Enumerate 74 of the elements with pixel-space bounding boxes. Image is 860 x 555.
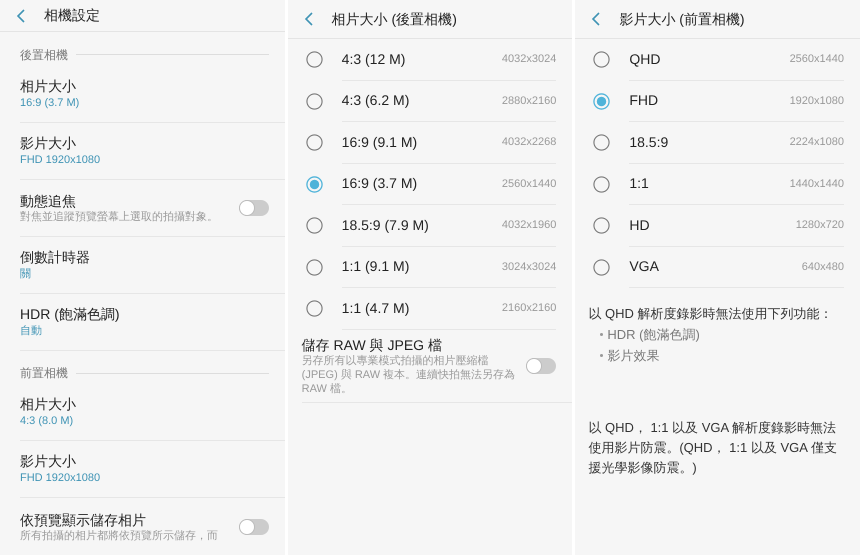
toggle-switch[interactable] [526,358,556,374]
option-label[interactable]: 1:1 [629,173,790,194]
setting-title: 倒數計時器 [20,248,91,266]
screen-title: 影片大小 (前置相機) [619,10,745,29]
resolution-text: 2560x1440 [502,176,556,192]
screen-title: 相機設定 [44,6,100,26]
option-label[interactable]: QHD [629,48,790,70]
setting-value: 4:3 (8.0 M) [20,414,74,429]
option-label[interactable]: HD [629,214,796,236]
option-label[interactable]: 18.5:9 [629,132,790,153]
setting-title: 依預覽顯示儲存相片 [20,510,147,528]
radio-button[interactable] [593,51,610,68]
setting-value: 16:9 (3.7 M) [20,96,80,111]
resolution-text: 2560x1440 [790,52,844,67]
setting-value: FHD 1920x1080 [20,471,102,486]
resolution-text: 4032x1960 [502,218,556,233]
option-label[interactable]: VGA [629,256,802,278]
resolution-text: 2224x1080 [790,135,844,150]
setting-value: 關 [20,266,32,282]
option-label[interactable]: 18.5:9 (7.9 M) [342,214,502,236]
radio-button[interactable] [306,51,323,68]
setting-value: FHD 1920x1080 [20,152,102,168]
screen-title: 相片大小 (後置相機) [332,10,457,29]
setting-title: 相片大小 [20,395,77,413]
radio-button[interactable] [593,258,610,276]
bullet-icon [600,333,604,336]
setting-description: 所有拍攝的相片都將依預覽所示儲存，而 [20,528,219,542]
setting-description: 另存所有以專業模式拍攝的相片壓縮檔 (JPEG) 與 RAW 複本。連續快拍無法另存為 RAW 檔。 [302,354,516,396]
setting-title: 儲存 RAW 與 JPEG 檔 [302,336,443,354]
toggle-switch[interactable] [238,518,269,534]
resolution-text: 4032x3024 [502,52,556,67]
setting-description: 對焦並追蹤預覽螢幕上選取的拍攝對象。 [20,210,219,224]
radio-button[interactable] [593,217,610,234]
radio-button[interactable] [593,92,610,110]
setting-title: 動態追焦 [20,192,77,210]
resolution-text: 1280x720 [796,218,844,233]
radio-button[interactable] [306,217,323,234]
back-icon[interactable] [591,12,602,26]
back-icon[interactable] [304,12,314,26]
section-label: 後置相機 [20,46,68,64]
option-label[interactable]: FHD [629,90,790,112]
resolution-text: 4032x2268 [502,135,556,150]
option-label[interactable]: 4:3 (12 M) [342,48,502,70]
radio-button[interactable] [306,134,323,152]
setting-title: 影片大小 [20,452,77,470]
resolution-text: 1440x1440 [790,176,844,192]
section-label: 前置相機 [20,365,68,382]
option-label[interactable]: 1:1 (4.7 M) [342,298,502,319]
radio-button[interactable] [306,300,323,318]
bullet-icon [600,354,604,357]
option-label[interactable]: 4:3 (6.2 M) [342,90,502,112]
toggle-switch[interactable] [238,200,269,216]
note-text: 以 QHD， 1:1 以及 VGA 解析度錄影時無法使用影片防震。(QHD， 1:1 以及 VGA 僅支援光學影像防震。) [588,419,838,477]
note-text: 以 QHD 解析度錄影時無法使用下列功能： [588,305,834,323]
option-label[interactable]: 16:9 (9.1 M) [342,132,502,153]
back-icon[interactable] [16,8,26,23]
bullet-text: 影片效果 [607,347,660,365]
bullet-text: HDR (飽滿色調) [607,326,700,344]
option-label[interactable]: 1:1 (9.1 M) [342,256,502,278]
radio-button[interactable] [593,176,610,193]
radio-button[interactable] [306,258,323,276]
radio-button[interactable] [306,176,323,193]
resolution-text: 640x480 [802,260,844,274]
radio-button[interactable] [306,92,323,110]
resolution-text: 2880x2160 [502,94,556,108]
radio-button[interactable] [593,134,610,152]
resolution-text: 3024x3024 [502,260,556,274]
setting-title: 影片大小 [20,134,77,152]
resolution-text: 1920x1080 [790,94,844,108]
setting-value: 自動 [20,324,43,339]
option-label[interactable]: 16:9 (3.7 M) [342,173,502,194]
resolution-text: 2160x2160 [502,301,556,316]
setting-title: HDR (飽滿色調) [20,304,121,323]
setting-title: 相片大小 [20,76,77,95]
